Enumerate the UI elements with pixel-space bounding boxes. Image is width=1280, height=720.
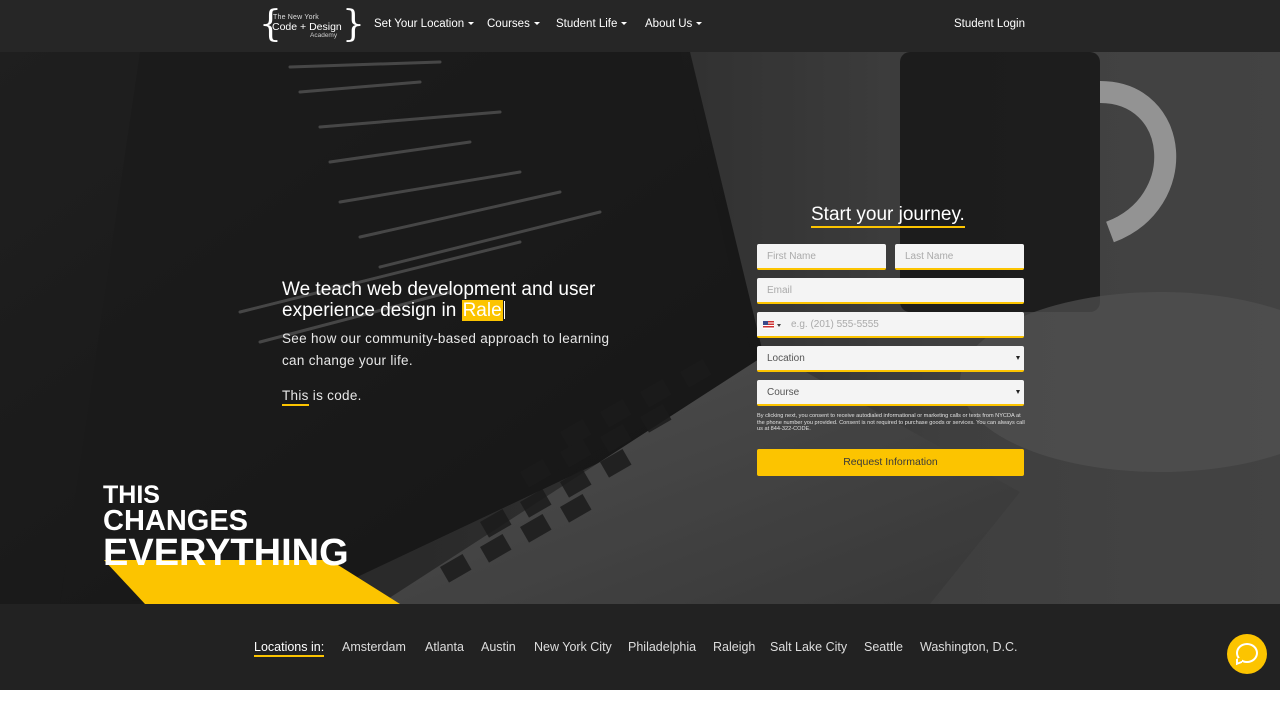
nav-set-location[interactable]: Set Your Location [374,18,475,30]
email-field[interactable]: Email [757,278,1024,304]
logo-line-3: Academy [310,32,338,39]
logo-line-1: The New York [273,14,319,21]
nav-courses-label: Courses [487,18,530,30]
locations-label: Locations in: [254,640,325,657]
location-select[interactable]: Location [757,346,1024,372]
location-link-new-york-city[interactable]: New York City [534,640,612,654]
first-name-field[interactable]: First Name [757,244,886,270]
location-link-austin[interactable]: Austin [481,640,516,654]
nav-courses[interactable]: Courses [487,18,540,30]
consent-text: By clicking next, you consent to receive… [757,413,1025,433]
locations-bar: Locations in: Amsterdam Atlanta Austin N… [0,604,1280,690]
form-title-text: Start your journey. [811,204,965,228]
top-nav: { The New York Code + Design Academy } S… [0,0,1280,52]
dropdown-arrow-icon [1016,390,1020,394]
hero-section: We teach web development and user experi… [0,52,1280,604]
this-changes-everything: THIS CHANGES EVERYTHING [103,483,349,575]
location-link-seattle[interactable]: Seattle [864,640,903,654]
logo-right-brace: } [342,4,365,45]
chevron-down-icon [777,324,781,327]
nav-student-life-label: Student Life [556,18,618,30]
chat-bubble-tail-icon [1236,656,1242,666]
location-link-philadelphia[interactable]: Philadelphia [628,640,696,654]
course-select[interactable]: Course [757,380,1024,406]
location-link-salt-lake-city[interactable]: Salt Lake City [770,640,847,654]
nav-student-life[interactable]: Student Life [556,18,628,30]
phone-placeholder: e.g. (201) 555-5555 [791,319,879,330]
nav-about-us-label: About Us [645,18,693,30]
chevron-down-icon [621,22,628,26]
chevron-down-icon [696,22,703,26]
tagline-line-3: EVERYTHING [103,532,349,575]
last-name-field[interactable]: Last Name [895,244,1024,270]
location-link-amsterdam[interactable]: Amsterdam [342,640,406,654]
us-flag-icon[interactable] [763,321,774,329]
location-link-raleigh[interactable]: Raleigh [713,640,755,654]
location-select-value: Location [767,353,805,364]
nav-about-us[interactable]: About Us [645,18,703,30]
nav-set-location-label: Set Your Location [374,18,465,30]
site-logo[interactable]: { The New York Code + Design Academy } [259,5,365,45]
tagline-line-2: CHANGES [103,504,249,537]
phone-field[interactable]: e.g. (201) 555-5555 [757,312,1024,338]
request-information-button[interactable]: Request Information [757,449,1024,476]
dropdown-arrow-icon [1016,356,1020,360]
student-login-link[interactable]: Student Login [954,18,1025,30]
chevron-down-icon [468,22,475,26]
course-select-value: Course [767,387,800,398]
location-link-washington-dc[interactable]: Washington, D.C. [920,640,1018,654]
chevron-down-icon [533,22,540,26]
form-title: Start your journey. [811,204,965,228]
chat-button[interactable] [1227,634,1267,674]
location-link-atlanta[interactable]: Atlanta [425,640,464,654]
